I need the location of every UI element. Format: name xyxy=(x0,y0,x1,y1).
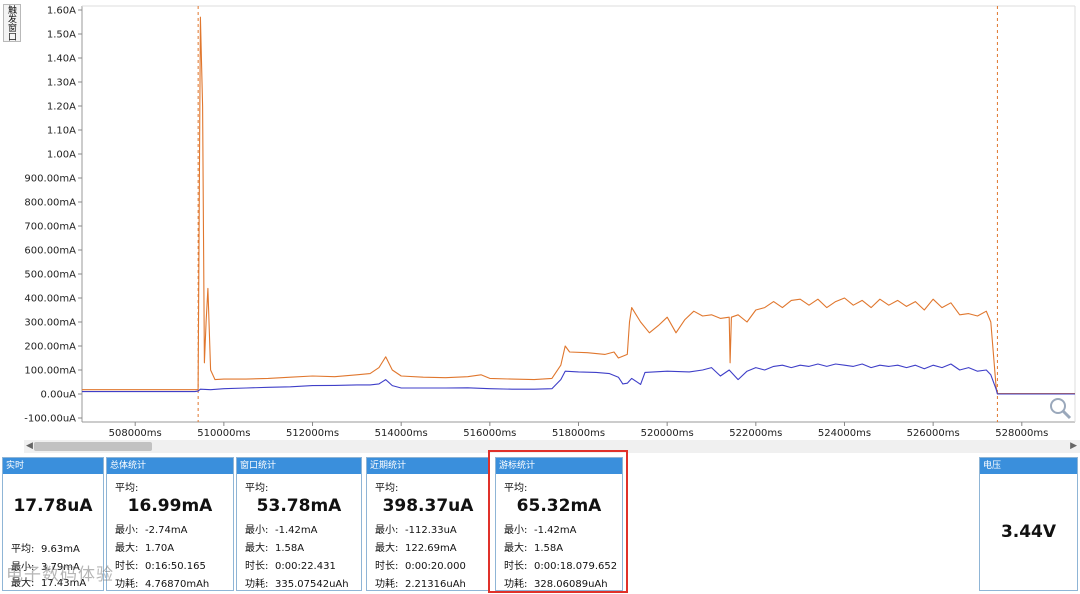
x-tick-label: 510000ms xyxy=(197,428,250,439)
stat-label: 时长: xyxy=(375,561,399,572)
stat-label: 功耗: xyxy=(245,579,269,590)
x-tick-label: 508000ms xyxy=(109,428,162,439)
stat-label: 最大: xyxy=(245,543,269,554)
stat-value: -112.33uA xyxy=(405,525,457,536)
stat-label: 最小: xyxy=(375,525,399,536)
stat-label: 平均: xyxy=(11,544,35,555)
x-tick-label: 524000ms xyxy=(818,428,871,439)
y-tick-label: 200.00mA xyxy=(24,342,76,353)
stat-value: -1.42mA xyxy=(275,525,318,536)
stat-row: 最小: -112.33uA xyxy=(375,521,457,536)
y-tick-label: 0.00uA xyxy=(41,390,77,401)
stat-row: 时长: 0:16:50.165 xyxy=(115,557,206,572)
y-tick-label: 300.00mA xyxy=(24,318,76,329)
stat-value: 1.58A xyxy=(275,543,305,554)
y-tick-label: 900.00mA xyxy=(24,174,76,185)
overall-stats-panel: 总体统计 平均: 16.99mA 最小: -2.74mA 最大: 1.70A 时长:… xyxy=(106,457,234,591)
y-tick-label: 100.00mA xyxy=(24,366,76,377)
y-tick-label: 400.00mA xyxy=(24,294,76,305)
stat-value: 9.63mA xyxy=(41,544,80,555)
stat-value: 2.21316uAh xyxy=(405,579,466,590)
stat-label: 时长: xyxy=(245,561,269,572)
watermark: 电子数码体验 xyxy=(6,565,114,585)
stat-label: 功耗: xyxy=(115,579,139,590)
stat-label: 最大: xyxy=(375,543,399,554)
stat-row: 最大: 1.58A xyxy=(245,539,304,554)
panel-title: 实时 xyxy=(3,458,103,474)
cursor-panel-highlight xyxy=(488,450,628,593)
y-tick-label: 800.00mA xyxy=(24,198,76,209)
current-series-line xyxy=(82,16,1075,395)
y-tick-label: 1.00A xyxy=(47,150,76,161)
stat-row: 最大: 1.70A xyxy=(115,539,174,554)
stat-label: 最小: xyxy=(245,525,269,536)
avg-label: 平均: xyxy=(375,483,399,494)
stat-row: 时长: 0:00:20.000 xyxy=(375,557,466,572)
scroll-left-icon[interactable]: ◀ xyxy=(26,441,33,451)
y-tick-label: 1.10A xyxy=(47,126,76,137)
avg-label: 平均: xyxy=(115,483,139,494)
stat-label: 功耗: xyxy=(375,579,399,590)
stat-row: 功耗: 335.07542uAh xyxy=(245,575,349,590)
x-tick-label: 520000ms xyxy=(641,428,694,439)
trigger-window-tab[interactable]: 触发窗口 xyxy=(3,4,21,42)
recent-avg-value: 398.37uA xyxy=(382,496,474,516)
panel-title: 总体统计 xyxy=(107,458,233,474)
y-tick-label: 1.20A xyxy=(47,102,76,113)
stat-row: 时长: 0:00:22.431 xyxy=(245,557,336,572)
x-tick-label: 526000ms xyxy=(907,428,960,439)
panel-title: 窗口统计 xyxy=(237,458,361,474)
stat-row: 平均: 9.63mA xyxy=(11,540,80,555)
stat-row: 功耗: 2.21316uAh xyxy=(375,575,466,590)
stat-value: 4.76870mAh xyxy=(145,579,210,590)
y-tick-label: -100.00uA xyxy=(24,414,76,425)
y-tick-label: 1.50A xyxy=(47,30,76,41)
stat-row: 最大: 122.69mA xyxy=(375,539,457,554)
panel-title: 近期统计 xyxy=(367,458,489,474)
stat-row: 最小: -1.42mA xyxy=(245,521,317,536)
stat-value: 122.69mA xyxy=(405,543,457,554)
x-tick-label: 522000ms xyxy=(729,428,782,439)
y-tick-label: 600.00mA xyxy=(24,246,76,257)
scroll-right-icon[interactable]: ▶ xyxy=(1070,441,1077,451)
stat-row: 功耗: 4.76870mAh xyxy=(115,575,209,590)
y-tick-label: 500.00mA xyxy=(24,270,76,281)
stat-value: 0:00:20.000 xyxy=(405,561,466,572)
x-tick-label: 518000ms xyxy=(552,428,605,439)
panel-title: 电压 xyxy=(980,458,1077,474)
window-avg-value: 53.78mA xyxy=(256,496,342,516)
overall-avg-value: 16.99mA xyxy=(127,496,213,516)
stat-label: 时长: xyxy=(115,561,139,572)
y-tick-label: 1.30A xyxy=(47,78,76,89)
scrollbar-thumb[interactable] xyxy=(34,442,152,451)
avg-label: 平均: xyxy=(245,483,269,494)
stat-value: 0:00:22.431 xyxy=(275,561,336,572)
recent-stats-panel: 近期统计 平均: 398.37uA 最小: -112.33uA 最大: 122.69… xyxy=(366,457,490,591)
zoom-icon[interactable] xyxy=(1048,396,1072,420)
realtime-value: 17.78uA xyxy=(13,496,93,516)
voltage-value: 3.44V xyxy=(1000,522,1057,542)
x-tick-label: 528000ms xyxy=(995,428,1048,439)
stat-label: 最大: xyxy=(115,543,139,554)
x-tick-label: 514000ms xyxy=(375,428,428,439)
y-tick-label: 1.60A xyxy=(47,6,76,17)
x-tick-label: 512000ms xyxy=(286,428,339,439)
stat-value: 1.70A xyxy=(145,543,175,554)
stat-label: 最小: xyxy=(115,525,139,536)
x-tick-label: 516000ms xyxy=(463,428,516,439)
stat-row: 最小: -2.74mA xyxy=(115,521,187,536)
stat-value: 335.07542uAh xyxy=(275,579,349,590)
stat-value: -2.74mA xyxy=(145,525,188,536)
voltage-panel: 电压 3.44V xyxy=(979,457,1078,591)
y-tick-label: 700.00mA xyxy=(24,222,76,233)
stat-value: 0:16:50.165 xyxy=(145,561,206,572)
window-stats-panel: 窗口统计 平均: 53.78mA 最小: -1.42mA 最大: 1.58A 时长:… xyxy=(236,457,362,591)
y-tick-label: 1.40A xyxy=(47,54,76,65)
current-chart[interactable]: 1.60A 1.50A 1.40A 1.30A 1.20A 1.10A 1.00A 900.0… xyxy=(0,0,1080,440)
